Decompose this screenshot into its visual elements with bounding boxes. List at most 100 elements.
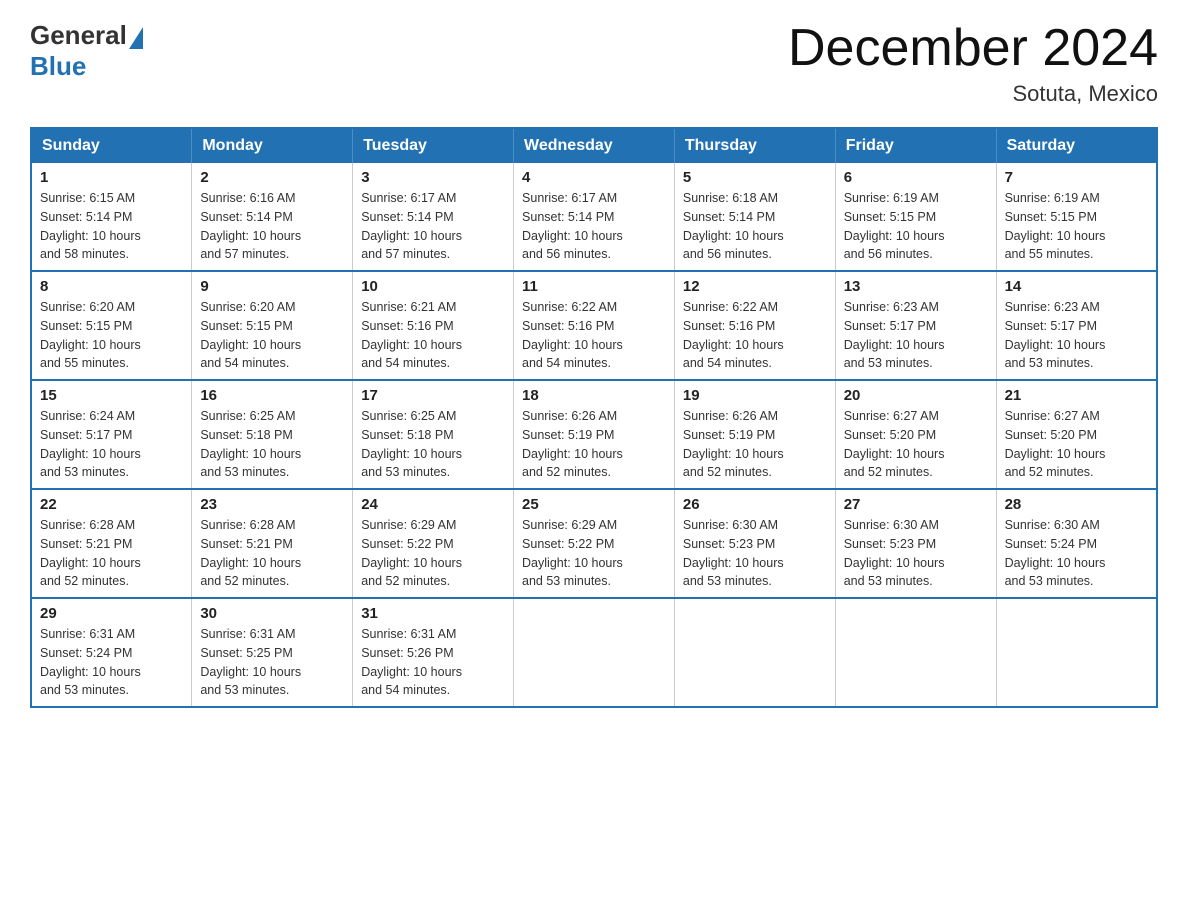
calendar-cell: 16 Sunrise: 6:25 AM Sunset: 5:18 PM Dayl…	[192, 380, 353, 489]
calendar-cell: 25 Sunrise: 6:29 AM Sunset: 5:22 PM Dayl…	[514, 489, 675, 598]
day-info: Sunrise: 6:19 AM Sunset: 5:15 PM Dayligh…	[1005, 189, 1148, 264]
day-number: 25	[522, 496, 666, 513]
day-number: 12	[683, 278, 827, 295]
calendar-cell: 18 Sunrise: 6:26 AM Sunset: 5:19 PM Dayl…	[514, 380, 675, 489]
day-info: Sunrise: 6:28 AM Sunset: 5:21 PM Dayligh…	[200, 516, 344, 591]
page-header: General Blue December 2024 Sotuta, Mexic…	[30, 20, 1158, 107]
header-thursday: Thursday	[674, 128, 835, 163]
day-info: Sunrise: 6:17 AM Sunset: 5:14 PM Dayligh…	[522, 189, 666, 264]
calendar-cell: 17 Sunrise: 6:25 AM Sunset: 5:18 PM Dayl…	[353, 380, 514, 489]
day-number: 27	[844, 496, 988, 513]
calendar-cell: 14 Sunrise: 6:23 AM Sunset: 5:17 PM Dayl…	[996, 271, 1157, 380]
day-number: 15	[40, 387, 183, 404]
calendar-week-row: 8 Sunrise: 6:20 AM Sunset: 5:15 PM Dayli…	[31, 271, 1157, 380]
calendar-cell: 28 Sunrise: 6:30 AM Sunset: 5:24 PM Dayl…	[996, 489, 1157, 598]
day-info: Sunrise: 6:20 AM Sunset: 5:15 PM Dayligh…	[200, 298, 344, 373]
calendar-week-row: 29 Sunrise: 6:31 AM Sunset: 5:24 PM Dayl…	[31, 598, 1157, 707]
day-number: 14	[1005, 278, 1148, 295]
calendar-cell: 10 Sunrise: 6:21 AM Sunset: 5:16 PM Dayl…	[353, 271, 514, 380]
calendar-cell: 2 Sunrise: 6:16 AM Sunset: 5:14 PM Dayli…	[192, 163, 353, 271]
calendar-cell: 24 Sunrise: 6:29 AM Sunset: 5:22 PM Dayl…	[353, 489, 514, 598]
day-number: 3	[361, 169, 505, 186]
calendar-cell: 30 Sunrise: 6:31 AM Sunset: 5:25 PM Dayl…	[192, 598, 353, 707]
calendar-cell: 23 Sunrise: 6:28 AM Sunset: 5:21 PM Dayl…	[192, 489, 353, 598]
header-monday: Monday	[192, 128, 353, 163]
day-number: 29	[40, 605, 183, 622]
calendar-cell: 15 Sunrise: 6:24 AM Sunset: 5:17 PM Dayl…	[31, 380, 192, 489]
calendar-cell	[514, 598, 675, 707]
calendar-cell: 21 Sunrise: 6:27 AM Sunset: 5:20 PM Dayl…	[996, 380, 1157, 489]
day-info: Sunrise: 6:30 AM Sunset: 5:23 PM Dayligh…	[683, 516, 827, 591]
logo-general: General	[30, 20, 127, 51]
days-of-week-row: Sunday Monday Tuesday Wednesday Thursday…	[31, 128, 1157, 163]
day-info: Sunrise: 6:19 AM Sunset: 5:15 PM Dayligh…	[844, 189, 988, 264]
calendar-cell	[996, 598, 1157, 707]
calendar-cell: 13 Sunrise: 6:23 AM Sunset: 5:17 PM Dayl…	[835, 271, 996, 380]
day-info: Sunrise: 6:16 AM Sunset: 5:14 PM Dayligh…	[200, 189, 344, 264]
calendar-cell: 19 Sunrise: 6:26 AM Sunset: 5:19 PM Dayl…	[674, 380, 835, 489]
day-number: 24	[361, 496, 505, 513]
calendar-table: Sunday Monday Tuesday Wednesday Thursday…	[30, 127, 1158, 708]
calendar-cell: 29 Sunrise: 6:31 AM Sunset: 5:24 PM Dayl…	[31, 598, 192, 707]
calendar-week-row: 1 Sunrise: 6:15 AM Sunset: 5:14 PM Dayli…	[31, 163, 1157, 271]
day-info: Sunrise: 6:27 AM Sunset: 5:20 PM Dayligh…	[844, 407, 988, 482]
calendar-cell: 27 Sunrise: 6:30 AM Sunset: 5:23 PM Dayl…	[835, 489, 996, 598]
title-block: December 2024 Sotuta, Mexico	[788, 20, 1158, 107]
calendar-cell: 4 Sunrise: 6:17 AM Sunset: 5:14 PM Dayli…	[514, 163, 675, 271]
logo-triangle-icon	[129, 27, 143, 49]
calendar-cell: 8 Sunrise: 6:20 AM Sunset: 5:15 PM Dayli…	[31, 271, 192, 380]
day-info: Sunrise: 6:25 AM Sunset: 5:18 PM Dayligh…	[361, 407, 505, 482]
day-info: Sunrise: 6:24 AM Sunset: 5:17 PM Dayligh…	[40, 407, 183, 482]
calendar-header: Sunday Monday Tuesday Wednesday Thursday…	[31, 128, 1157, 163]
day-number: 9	[200, 278, 344, 295]
calendar-cell: 22 Sunrise: 6:28 AM Sunset: 5:21 PM Dayl…	[31, 489, 192, 598]
header-saturday: Saturday	[996, 128, 1157, 163]
logo: General Blue	[30, 20, 143, 82]
day-number: 28	[1005, 496, 1148, 513]
day-number: 20	[844, 387, 988, 404]
calendar-cell: 6 Sunrise: 6:19 AM Sunset: 5:15 PM Dayli…	[835, 163, 996, 271]
day-info: Sunrise: 6:15 AM Sunset: 5:14 PM Dayligh…	[40, 189, 183, 264]
day-number: 23	[200, 496, 344, 513]
day-number: 4	[522, 169, 666, 186]
day-info: Sunrise: 6:30 AM Sunset: 5:23 PM Dayligh…	[844, 516, 988, 591]
calendar-location: Sotuta, Mexico	[788, 81, 1158, 107]
calendar-cell: 1 Sunrise: 6:15 AM Sunset: 5:14 PM Dayli…	[31, 163, 192, 271]
day-number: 5	[683, 169, 827, 186]
day-number: 30	[200, 605, 344, 622]
day-info: Sunrise: 6:30 AM Sunset: 5:24 PM Dayligh…	[1005, 516, 1148, 591]
header-tuesday: Tuesday	[353, 128, 514, 163]
calendar-cell: 20 Sunrise: 6:27 AM Sunset: 5:20 PM Dayl…	[835, 380, 996, 489]
calendar-cell: 31 Sunrise: 6:31 AM Sunset: 5:26 PM Dayl…	[353, 598, 514, 707]
day-number: 10	[361, 278, 505, 295]
day-info: Sunrise: 6:29 AM Sunset: 5:22 PM Dayligh…	[522, 516, 666, 591]
day-info: Sunrise: 6:31 AM Sunset: 5:26 PM Dayligh…	[361, 625, 505, 700]
day-info: Sunrise: 6:29 AM Sunset: 5:22 PM Dayligh…	[361, 516, 505, 591]
calendar-cell: 9 Sunrise: 6:20 AM Sunset: 5:15 PM Dayli…	[192, 271, 353, 380]
header-wednesday: Wednesday	[514, 128, 675, 163]
day-number: 11	[522, 278, 666, 295]
calendar-week-row: 15 Sunrise: 6:24 AM Sunset: 5:17 PM Dayl…	[31, 380, 1157, 489]
calendar-cell	[835, 598, 996, 707]
calendar-cell: 26 Sunrise: 6:30 AM Sunset: 5:23 PM Dayl…	[674, 489, 835, 598]
day-number: 26	[683, 496, 827, 513]
day-number: 7	[1005, 169, 1148, 186]
logo-text: General Blue	[30, 20, 143, 82]
day-info: Sunrise: 6:21 AM Sunset: 5:16 PM Dayligh…	[361, 298, 505, 373]
day-number: 19	[683, 387, 827, 404]
logo-blue: Blue	[30, 51, 143, 82]
day-number: 21	[1005, 387, 1148, 404]
calendar-cell: 3 Sunrise: 6:17 AM Sunset: 5:14 PM Dayli…	[353, 163, 514, 271]
day-number: 6	[844, 169, 988, 186]
day-number: 17	[361, 387, 505, 404]
calendar-cell: 5 Sunrise: 6:18 AM Sunset: 5:14 PM Dayli…	[674, 163, 835, 271]
day-info: Sunrise: 6:22 AM Sunset: 5:16 PM Dayligh…	[522, 298, 666, 373]
day-number: 8	[40, 278, 183, 295]
day-info: Sunrise: 6:20 AM Sunset: 5:15 PM Dayligh…	[40, 298, 183, 373]
day-info: Sunrise: 6:26 AM Sunset: 5:19 PM Dayligh…	[683, 407, 827, 482]
calendar-body: 1 Sunrise: 6:15 AM Sunset: 5:14 PM Dayli…	[31, 163, 1157, 707]
day-number: 22	[40, 496, 183, 513]
calendar-cell: 12 Sunrise: 6:22 AM Sunset: 5:16 PM Dayl…	[674, 271, 835, 380]
calendar-cell	[674, 598, 835, 707]
day-number: 1	[40, 169, 183, 186]
